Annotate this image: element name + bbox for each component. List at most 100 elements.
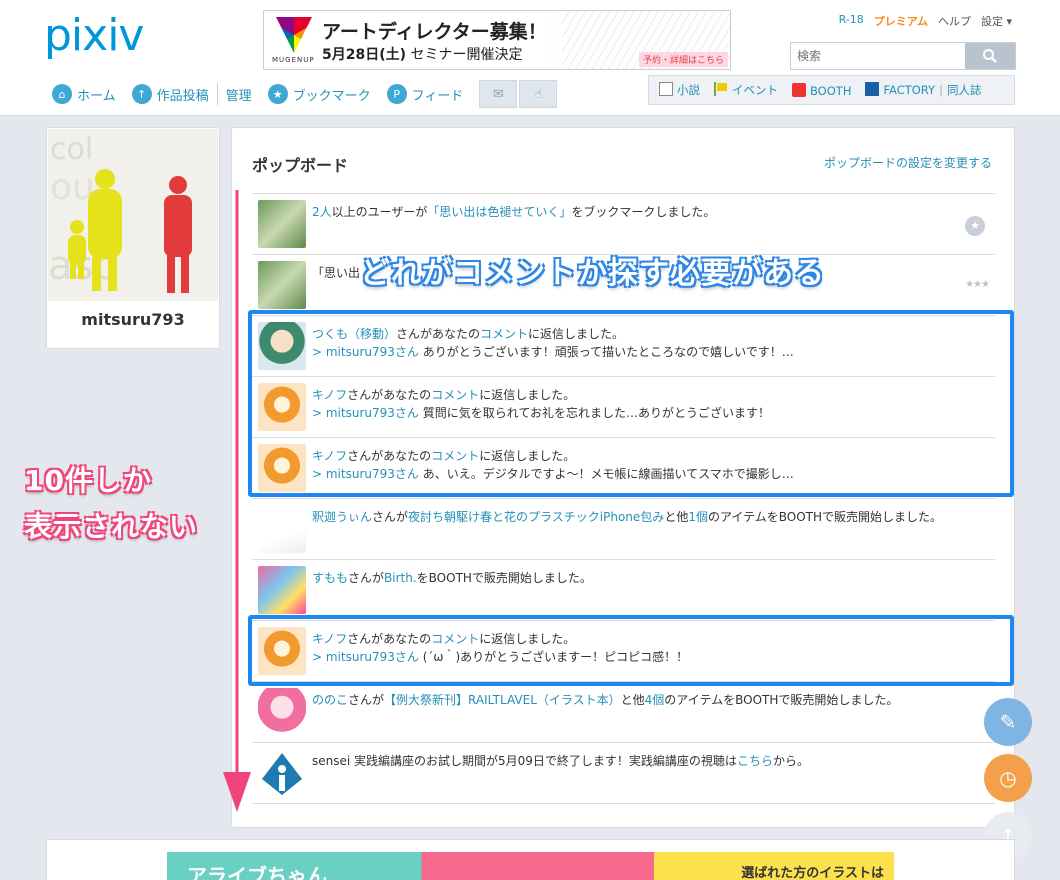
item-text-segment: と他 (664, 510, 689, 524)
popboard-item[interactable]: キノフさんがあなたのコメントに返信しました。 > mitsuru793さん あ、い… (252, 438, 995, 499)
item-text: 釈迦うぃんさんが夜討ち朝駆け春と花のプラスチックiPhone包みと他1個のアイテ… (312, 508, 942, 525)
clock-icon: ◷ (999, 766, 1017, 790)
item-thumbnail[interactable] (258, 383, 306, 431)
popboard-item[interactable]: ののこさんが【例大祭新刊】RAILTLAVEL（イラスト本）と他4個のアイテムを… (252, 682, 995, 743)
mail-icon: ✉ (492, 86, 504, 102)
item-thumbnail[interactable] (258, 505, 306, 553)
item-link[interactable]: こちら (737, 754, 773, 768)
banner-title: アートディレクター募集！ (322, 21, 547, 43)
bottom-ad-banner[interactable]: アライブちゃん 選ばれた方のイラストは (167, 852, 894, 880)
r18-link[interactable]: R-18 (839, 13, 864, 29)
profile-username[interactable]: mitsuru793 (47, 310, 219, 329)
banner-cta: 予約・詳細はこちら (638, 52, 728, 67)
item-text-segment: から。 (772, 754, 809, 768)
item-text-segment: sensei 実践編講座のお試し期間が5月09日で終了します！実践編講座の視聴は (312, 754, 737, 768)
nav-home[interactable]: ⌂ ホーム (52, 84, 116, 104)
pixiv-logo[interactable]: pixiv (44, 10, 144, 61)
item-link[interactable]: すもも (312, 571, 348, 585)
item-reply-text: > mitsuru793さん 質問に気を取られてお礼を忘れました…ありがとうござ… (312, 404, 770, 421)
ad-banner[interactable]: MUGENUP アートディレクター募集！ 5月28日(土) セミナー開催決定 予… (263, 10, 731, 70)
nav-manage[interactable]: 管理 (226, 85, 252, 104)
item-text: 「思い出 (312, 264, 360, 281)
item-link[interactable]: つくも（移動） (312, 327, 396, 341)
notifications-button[interactable]: ☝ (519, 80, 558, 108)
popboard-item[interactable]: 2人以上のユーザーが「思い出は色褪せていく」をブックマークしました。 ★ (252, 194, 995, 255)
item-text-segment: ありがとうございます！頑張って描いたところなので嬉しいです！… (418, 345, 794, 359)
item-text-segment: さんがあなたの (396, 327, 481, 341)
popboard-item[interactable]: キノフさんがあなたのコメントに返信しました。 > mitsuru793さん 質問に… (252, 377, 995, 438)
item-link[interactable]: 2人 (312, 205, 332, 219)
item-link[interactable]: ののこ (312, 693, 348, 707)
nav-bookmark[interactable]: ★ ブックマーク (267, 84, 371, 104)
rating-stars-icon: ★★★ (965, 279, 990, 290)
popboard-item[interactable]: 釈迦うぃんさんが夜討ち朝駆け春と花のプラスチックiPhone包みと他1個のアイテ… (252, 499, 995, 560)
item-thumbnail[interactable] (258, 627, 306, 675)
popboard-item[interactable]: すももさんがBirth.をBOOTHで販売開始しました。 (252, 560, 995, 621)
item-link[interactable]: Birth. (384, 571, 417, 585)
search-icon (983, 49, 997, 63)
down-arrow-annotation (223, 190, 251, 812)
annotation-comment-note: どれがコメントか探す必要がある (360, 256, 825, 291)
bottom-ad-title: アライブちゃん (187, 864, 327, 880)
item-thumbnail[interactable] (258, 749, 306, 797)
nav-feed[interactable]: P フィード (386, 84, 463, 104)
item-link[interactable]: 釈迦うぃん (312, 510, 372, 524)
item-link[interactable]: コメント (480, 327, 528, 341)
search-box (790, 42, 1016, 70)
compose-button[interactable]: ✎ (984, 698, 1032, 746)
item-thumbnail[interactable] (258, 322, 306, 370)
item-text: sensei 実践編講座のお試し期間が5月09日で終了します！実践編講座の視聴は… (312, 752, 809, 769)
item-link[interactable]: キノフ (312, 449, 347, 463)
item-thumbnail[interactable] (258, 444, 306, 492)
home-icon: ⌂ (52, 84, 72, 104)
messages-button[interactable]: ✉ (479, 80, 518, 108)
factory-link[interactable]: FACTORY | 同人誌 (865, 82, 981, 98)
item-link[interactable]: キノフ (312, 632, 347, 646)
nav-upload[interactable]: ↑ 作品投稿 (131, 84, 209, 104)
history-button[interactable]: ◷ (984, 754, 1032, 802)
item-text-segment: さんがあなたの (347, 388, 432, 402)
nav-divider (216, 83, 218, 105)
popboard-settings-link[interactable]: ポップボードの設定を変更する (824, 154, 992, 171)
item-link[interactable]: > mitsuru793さん (312, 467, 419, 481)
item-link[interactable]: コメント (431, 449, 479, 463)
item-text-segment: さんが (372, 510, 409, 524)
help-link[interactable]: ヘルプ (938, 13, 971, 29)
novel-link[interactable]: 小説 (659, 82, 700, 98)
item-text-segment: に返信しました。 (528, 327, 625, 341)
doujin-link: 同人誌 (946, 83, 982, 97)
item-text: キノフさんがあなたのコメントに返信しました。 (312, 630, 575, 647)
event-link[interactable]: イベント (714, 82, 778, 98)
item-link[interactable]: > mitsuru793さん (312, 406, 419, 420)
search-button[interactable] (965, 43, 1015, 69)
item-link[interactable]: 夜討ち朝駆け春と花のプラスチックiPhone包み (408, 510, 664, 524)
item-thumbnail[interactable] (258, 688, 306, 736)
item-thumbnail[interactable] (258, 566, 306, 614)
item-text: キノフさんがあなたのコメントに返信しました。 (312, 386, 575, 403)
premium-link[interactable]: プレミアム (874, 13, 928, 29)
item-link[interactable]: 【例大祭新刊】RAILTLAVEL（イラスト本） (384, 693, 621, 707)
popboard-item[interactable]: sensei 実践編講座のお試し期間が5月09日で終了します！実践編講座の視聴は… (252, 743, 995, 804)
item-link[interactable]: 4個 (645, 693, 665, 707)
star-icon: ★ (267, 84, 288, 104)
item-link[interactable]: > mitsuru793さん (312, 345, 419, 359)
search-input[interactable] (791, 43, 965, 69)
item-thumbnail[interactable] (258, 261, 306, 309)
mugenup-logo-icon (276, 17, 312, 53)
item-text-segment: をブックマークしました。 (571, 205, 716, 219)
item-link[interactable]: コメント (431, 632, 479, 646)
booth-link[interactable]: BOOTH (792, 82, 851, 98)
item-thumbnail[interactable] (258, 200, 306, 248)
item-link[interactable]: キノフ (312, 388, 347, 402)
item-link[interactable]: > mitsuru793さん (312, 650, 419, 664)
popboard-item[interactable]: キノフさんがあなたのコメントに返信しました。 > mitsuru793さん (´ω… (252, 621, 995, 682)
hand-icon: ☝ (534, 86, 543, 102)
item-link[interactable]: 1個 (688, 510, 708, 524)
settings-menu[interactable]: 設定 ▾ (981, 13, 1012, 29)
popboard-item[interactable]: つくも（移動）さんがあなたのコメントに返信しました。 > mitsuru793さん… (252, 316, 995, 377)
feed-icon: P (386, 84, 407, 104)
profile-cover-image[interactable]: col ou aso (48, 129, 218, 301)
item-reply-text: > mitsuru793さん ありがとうございます！頑張って描いたところなので嬉… (312, 343, 794, 360)
item-link[interactable]: 「思い出は色褪せていく」 (427, 205, 571, 219)
item-link[interactable]: コメント (431, 388, 479, 402)
